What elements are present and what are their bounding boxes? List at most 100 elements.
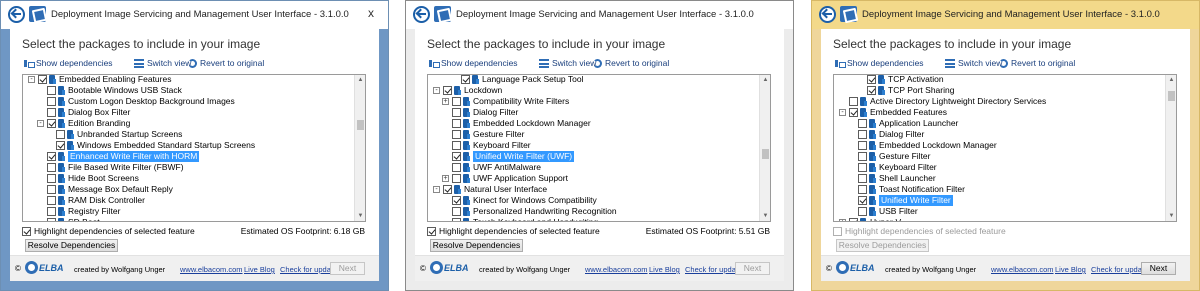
package-checkbox[interactable] [452,97,461,106]
package-checkbox[interactable] [858,174,867,183]
tree-item[interactable]: Hide Boot Screens [23,173,353,184]
scroll-up-icon[interactable]: ▲ [760,75,770,85]
expand-icon[interactable]: + [839,219,846,221]
highlight-checkbox[interactable] [22,227,31,237]
live-blog-link[interactable]: Live Blog [649,265,680,274]
scroll-thumb[interactable] [357,119,364,130]
website-link[interactable]: www.elbacom.com [991,265,1054,274]
package-checkbox[interactable] [858,119,867,128]
tree-item[interactable]: USB Filter [834,206,1164,217]
tree-item[interactable]: Unbranded Startup Screens [23,129,353,140]
revert-link[interactable]: Revert to original [593,58,669,69]
switch-view-link[interactable]: Switch view [945,58,1002,69]
tree-item[interactable]: Windows Embedded Standard Startup Screen… [23,140,353,151]
tree-item[interactable]: SD Boot [23,217,353,221]
package-checkbox[interactable] [849,97,858,106]
highlight-dependencies-toggle[interactable]: Highlight dependencies of selected featu… [833,226,1006,237]
package-checkbox[interactable] [47,207,56,216]
package-checkbox[interactable] [867,75,876,84]
tree-item[interactable]: TCP Port Sharing [834,85,1164,96]
highlight-dependencies-toggle[interactable]: Highlight dependencies of selected featu… [22,226,195,237]
tree-item[interactable]: Dialog Filter [428,107,758,118]
revert-link[interactable]: Revert to original [999,58,1075,69]
package-checkbox[interactable] [858,163,867,172]
resolve-dependencies-button[interactable]: Resolve Dependencies [430,239,523,252]
collapse-icon[interactable]: - [37,120,44,127]
check-update-link[interactable]: Check for update [685,265,742,274]
package-checkbox[interactable] [867,86,876,95]
tree-item[interactable]: Application Launcher [834,118,1164,129]
tree-item[interactable]: Unified Write Filter [834,195,1164,206]
package-checkbox[interactable] [452,174,461,183]
tree-item[interactable]: File Based Write Filter (FBWF) [23,162,353,173]
tree-item[interactable]: + Compatibility Write Filters [428,96,758,107]
tree-item[interactable]: Personalized Handwriting Recognition [428,206,758,217]
tree-item[interactable]: - Embedded Features [834,107,1164,118]
package-checkbox[interactable] [452,108,461,117]
package-tree[interactable]: Language Pack Setup Tool - Lockdown + Compat… [427,74,771,222]
vertical-scrollbar[interactable]: ▲ ▼ [759,75,770,221]
tree-item[interactable]: Dialog Filter [834,129,1164,140]
package-checkbox[interactable] [47,185,56,194]
resolve-dependencies-button[interactable]: Resolve Dependencies [25,239,118,252]
tree-item[interactable]: - Natural User Interface [428,184,758,195]
package-checkbox[interactable] [858,141,867,150]
tree-item[interactable]: + UWF Application Support [428,173,758,184]
vertical-scrollbar[interactable]: ▲ ▼ [354,75,365,221]
package-checkbox[interactable] [461,75,470,84]
website-link[interactable]: www.elbacom.com [180,265,243,274]
tree-item[interactable]: Shell Launcher [834,173,1164,184]
expand-icon[interactable]: + [442,98,449,105]
package-checkbox[interactable] [47,163,56,172]
switch-view-link[interactable]: Switch view [539,58,596,69]
package-checkbox[interactable] [849,108,858,117]
collapse-icon[interactable]: - [28,76,35,83]
package-checkbox[interactable] [858,130,867,139]
back-arrow-icon[interactable] [819,6,836,23]
package-checkbox[interactable] [443,185,452,194]
scroll-up-icon[interactable]: ▲ [355,75,365,85]
package-checkbox[interactable] [858,152,867,161]
back-arrow-icon[interactable] [8,6,25,23]
close-button[interactable]: x [368,6,374,20]
package-checkbox[interactable] [47,108,56,117]
package-checkbox[interactable] [452,141,461,150]
check-update-link[interactable]: Check for update [280,265,337,274]
scroll-thumb[interactable] [762,148,769,159]
tree-item[interactable]: Embedded Lockdown Manager [834,140,1164,151]
expand-icon[interactable]: + [442,175,449,182]
package-checkbox[interactable] [452,152,461,161]
tree-item[interactable]: Touch Keyboard and Handwriting [428,217,758,221]
package-checkbox[interactable] [452,163,461,172]
tree-item[interactable]: Unified Write Filter (UWF) [428,151,758,162]
package-checkbox[interactable] [858,196,867,205]
tree-item[interactable]: RAM Disk Controller [23,195,353,206]
package-checkbox[interactable] [47,97,56,106]
tree-item[interactable]: Registry Filter [23,206,353,217]
package-tree[interactable]: - Embedded Enabling Features Bootable Wind… [22,74,366,222]
tree-item[interactable]: Toast Notification Filter [834,184,1164,195]
show-dependencies-link[interactable]: Show dependencies [24,58,113,69]
check-update-link[interactable]: Check for update [1091,265,1148,274]
package-checkbox[interactable] [56,141,65,150]
collapse-icon[interactable]: - [839,109,846,116]
package-checkbox[interactable] [47,152,56,161]
tree-item[interactable]: TCP Activation [834,75,1164,85]
tree-item[interactable]: - Embedded Enabling Features [23,75,353,85]
package-tree[interactable]: TCP Activation TCP Port Sharing Active Dir… [833,74,1177,222]
live-blog-link[interactable]: Live Blog [1055,265,1086,274]
tree-item[interactable]: Keyboard Filter [834,162,1164,173]
scroll-thumb[interactable] [1168,90,1175,101]
scroll-down-icon[interactable]: ▼ [1166,211,1176,221]
tree-item[interactable]: Bootable Windows USB Stack [23,85,353,96]
tree-item[interactable]: Keyboard Filter [428,140,758,151]
package-checkbox[interactable] [452,119,461,128]
package-checkbox[interactable] [47,174,56,183]
tree-item[interactable]: Enhanced Write Filter with HORM [23,151,353,162]
scroll-down-icon[interactable]: ▼ [760,211,770,221]
tree-item[interactable]: Gesture Filter [428,129,758,140]
package-checkbox[interactable] [47,218,56,221]
tree-item[interactable]: Message Box Default Reply [23,184,353,195]
vertical-scrollbar[interactable]: ▲ ▼ [1165,75,1176,221]
collapse-icon[interactable]: - [433,186,440,193]
